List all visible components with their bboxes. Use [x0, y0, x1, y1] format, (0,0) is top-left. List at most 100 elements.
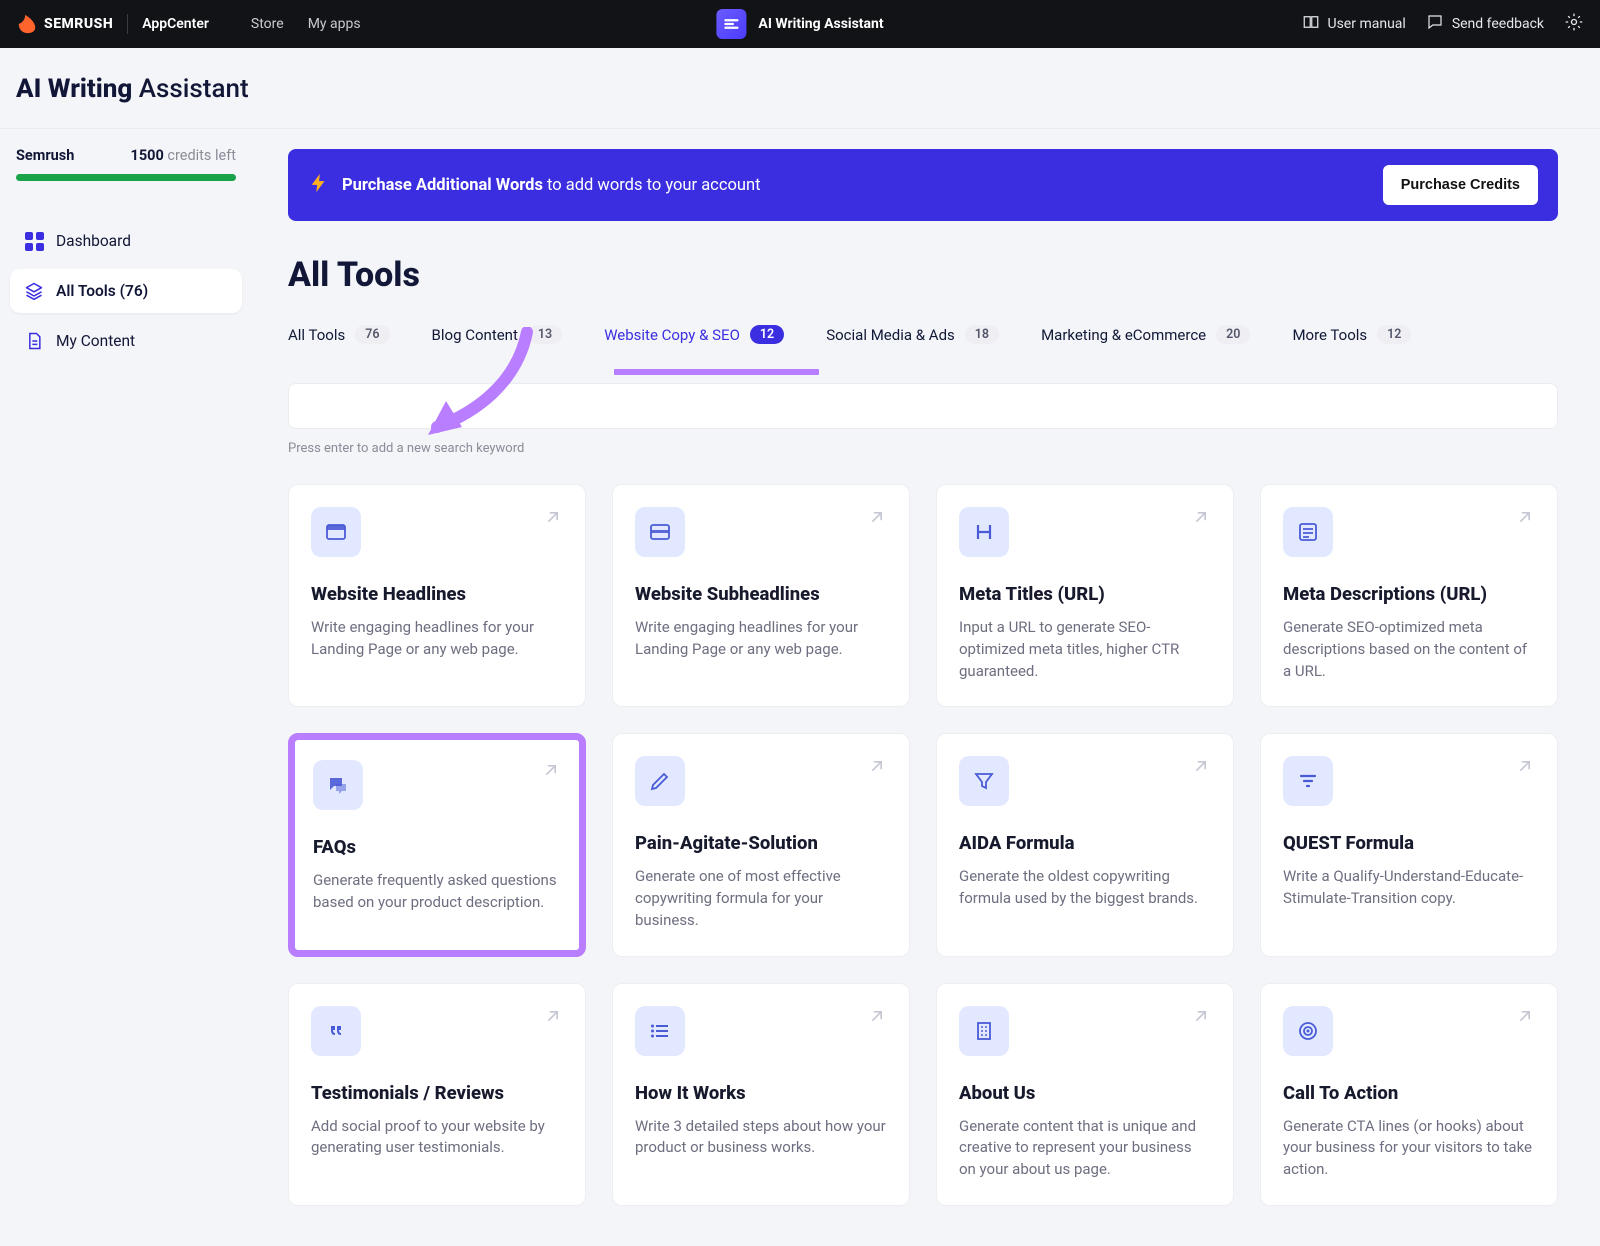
user-manual-link[interactable]: User manual	[1302, 13, 1406, 35]
credits-panel: Semrush 1500 credits left	[10, 147, 242, 191]
sidebar-item-label: All Tools (76)	[56, 282, 148, 300]
book-icon	[1302, 13, 1320, 35]
nav-my-apps[interactable]: My apps	[308, 16, 361, 32]
card-title: AIDA Formula	[959, 832, 1211, 854]
tool-card-website-subheadlines[interactable]: Website SubheadlinesWrite engaging headl…	[612, 484, 910, 707]
tab-underline	[288, 369, 1558, 375]
tool-card-pain-agitate-solution[interactable]: Pain-Agitate-Solution Generate one of mos…	[612, 733, 910, 956]
card-description: Generate frequently asked questions base…	[313, 870, 561, 914]
list-icon	[635, 1006, 685, 1056]
description-icon	[1283, 507, 1333, 557]
sidebar-item-all-tools[interactable]: All Tools (76)	[10, 269, 242, 313]
tool-card-about-us[interactable]: About Us Generate content that is unique …	[936, 983, 1234, 1206]
credits-brand: Semrush	[16, 147, 74, 164]
card-title: Call To Action	[1283, 1082, 1535, 1104]
edit-icon	[635, 756, 685, 806]
tool-card-aida-formula[interactable]: AIDA FormulaGenerate the oldest copywrit…	[936, 733, 1234, 956]
brand-text: SEMRUSH	[44, 16, 113, 32]
card-title: About Us	[959, 1082, 1211, 1104]
quote-icon	[311, 1006, 361, 1056]
tool-card-faqs[interactable]: FAQs Generate frequently asked questions …	[288, 733, 586, 956]
tab-website-copy-seo[interactable]: Website Copy & SEO12	[604, 317, 784, 362]
card-description: Generate CTA lines (or hooks) about your…	[1283, 1116, 1535, 1181]
card-title: Pain-Agitate-Solution	[635, 832, 887, 854]
card-description: Add social proof to your website by gene…	[311, 1116, 563, 1160]
credits-progress	[16, 174, 236, 181]
chat-icon	[313, 760, 363, 810]
open-arrow-icon	[867, 1006, 887, 1030]
tab-count-badge: 18	[965, 325, 999, 344]
credits-amount-wrap: 1500 credits left	[131, 147, 236, 164]
document-icon	[24, 331, 44, 351]
topbar: SEMRUSH AppCenter Store My apps AI Writi…	[0, 0, 1600, 48]
open-arrow-icon	[543, 507, 563, 531]
tab-label: More Tools	[1292, 326, 1367, 344]
sidebar-item-label: Dashboard	[56, 232, 131, 250]
tool-card-meta-titles-url-[interactable]: Meta Titles (URL)Input a URL to generate…	[936, 484, 1234, 707]
vertical-divider	[127, 14, 128, 34]
search-input[interactable]	[288, 383, 1558, 429]
search-hint: Press enter to add a new search keyword	[288, 441, 1558, 456]
banner-lead: Purchase Additional Words	[342, 176, 543, 195]
tab-more-tools[interactable]: More Tools 12	[1292, 317, 1411, 362]
open-arrow-icon	[1515, 507, 1535, 531]
brand-logo[interactable]: SEMRUSH	[16, 13, 113, 35]
tab-blog-content[interactable]: Blog Content13	[432, 317, 563, 362]
sidebar-item-my-content[interactable]: My Content	[10, 319, 242, 363]
tab-label: Marketing & eCommerce	[1041, 326, 1206, 344]
tab-marketing-ecommerce[interactable]: Marketing & eCommerce20	[1041, 317, 1250, 362]
main-content: Purchase Additional Words to add words t…	[252, 129, 1600, 1246]
gear-icon[interactable]	[1564, 12, 1584, 36]
tab-social-media-ads[interactable]: Social Media & Ads18	[826, 317, 999, 362]
send-feedback-label: Send feedback	[1452, 16, 1544, 32]
sidebar-item-label: My Content	[56, 332, 135, 350]
appcenter-label[interactable]: AppCenter	[142, 16, 209, 32]
feedback-icon	[1426, 13, 1444, 35]
user-manual-label: User manual	[1328, 16, 1406, 32]
page-header: AI Writing Assistant	[0, 48, 1600, 129]
card-title: How It Works	[635, 1082, 887, 1104]
send-feedback-link[interactable]: Send feedback	[1426, 13, 1544, 35]
card-description: Generate content that is unique and crea…	[959, 1116, 1211, 1181]
card-description: Generate SEO-optimized meta descriptions…	[1283, 617, 1535, 682]
open-arrow-icon	[1191, 507, 1211, 531]
tab-count-badge: 12	[1377, 325, 1411, 344]
topbar-right: User manual Send feedback	[1302, 12, 1585, 36]
tool-card-meta-descriptions-url-[interactable]: Meta Descriptions (URL) Generate SEO-opti…	[1260, 484, 1558, 707]
card-description: Write 3 detailed steps about how your pr…	[635, 1116, 887, 1160]
funnel-icon	[959, 756, 1009, 806]
headline-icon	[311, 507, 361, 557]
app-name-bold: AI Writing	[16, 74, 132, 104]
open-arrow-icon	[543, 1006, 563, 1030]
card-description: Write engaging headlines for your Landin…	[311, 617, 563, 661]
card-description: Write a Qualify-Understand-Educate-Stimu…	[1283, 866, 1535, 910]
subheadline-icon	[635, 507, 685, 557]
layers-icon	[24, 281, 44, 301]
semrush-flame-icon	[16, 13, 38, 35]
filter-icon	[1283, 756, 1333, 806]
purchase-credits-button[interactable]: Purchase Credits	[1383, 165, 1538, 205]
card-description: Input a URL to generate SEO-optimized me…	[959, 617, 1211, 682]
dashboard-icon	[24, 231, 44, 251]
sidebar: Semrush 1500 credits left Dashboard	[0, 129, 252, 1246]
tool-card-website-headlines[interactable]: Website Headlines Write engaging headline…	[288, 484, 586, 707]
card-title: FAQs	[313, 836, 561, 858]
card-title: Meta Descriptions (URL)	[1283, 583, 1535, 605]
nav-store[interactable]: Store	[251, 16, 284, 32]
card-description: Write engaging headlines for your Landin…	[635, 617, 887, 661]
tool-card-testimonials-reviews[interactable]: Testimonials / ReviewsAdd social proof t…	[288, 983, 586, 1206]
tool-card-how-it-works[interactable]: How It Works Write 3 detailed steps about…	[612, 983, 910, 1206]
tool-card-quest-formula[interactable]: QUEST Formula Write a Qualify-Understand-…	[1260, 733, 1558, 956]
open-arrow-icon	[1191, 1006, 1211, 1030]
open-arrow-icon	[1191, 756, 1211, 780]
card-title: QUEST Formula	[1283, 832, 1535, 854]
open-arrow-icon	[867, 756, 887, 780]
app-title: AI Writing Assistant	[758, 16, 883, 32]
sidebar-item-dashboard[interactable]: Dashboard	[10, 219, 242, 263]
tab-count-badge: 76	[355, 325, 389, 344]
card-title: Website Headlines	[311, 583, 563, 605]
tab-all-tools[interactable]: All Tools76	[288, 317, 390, 362]
tool-card-call-to-action[interactable]: Call To Action Generate CTA lines (or hoo…	[1260, 983, 1558, 1206]
page-title: All Tools	[288, 255, 1558, 295]
card-description: Generate one of most effective copywriti…	[635, 866, 887, 931]
